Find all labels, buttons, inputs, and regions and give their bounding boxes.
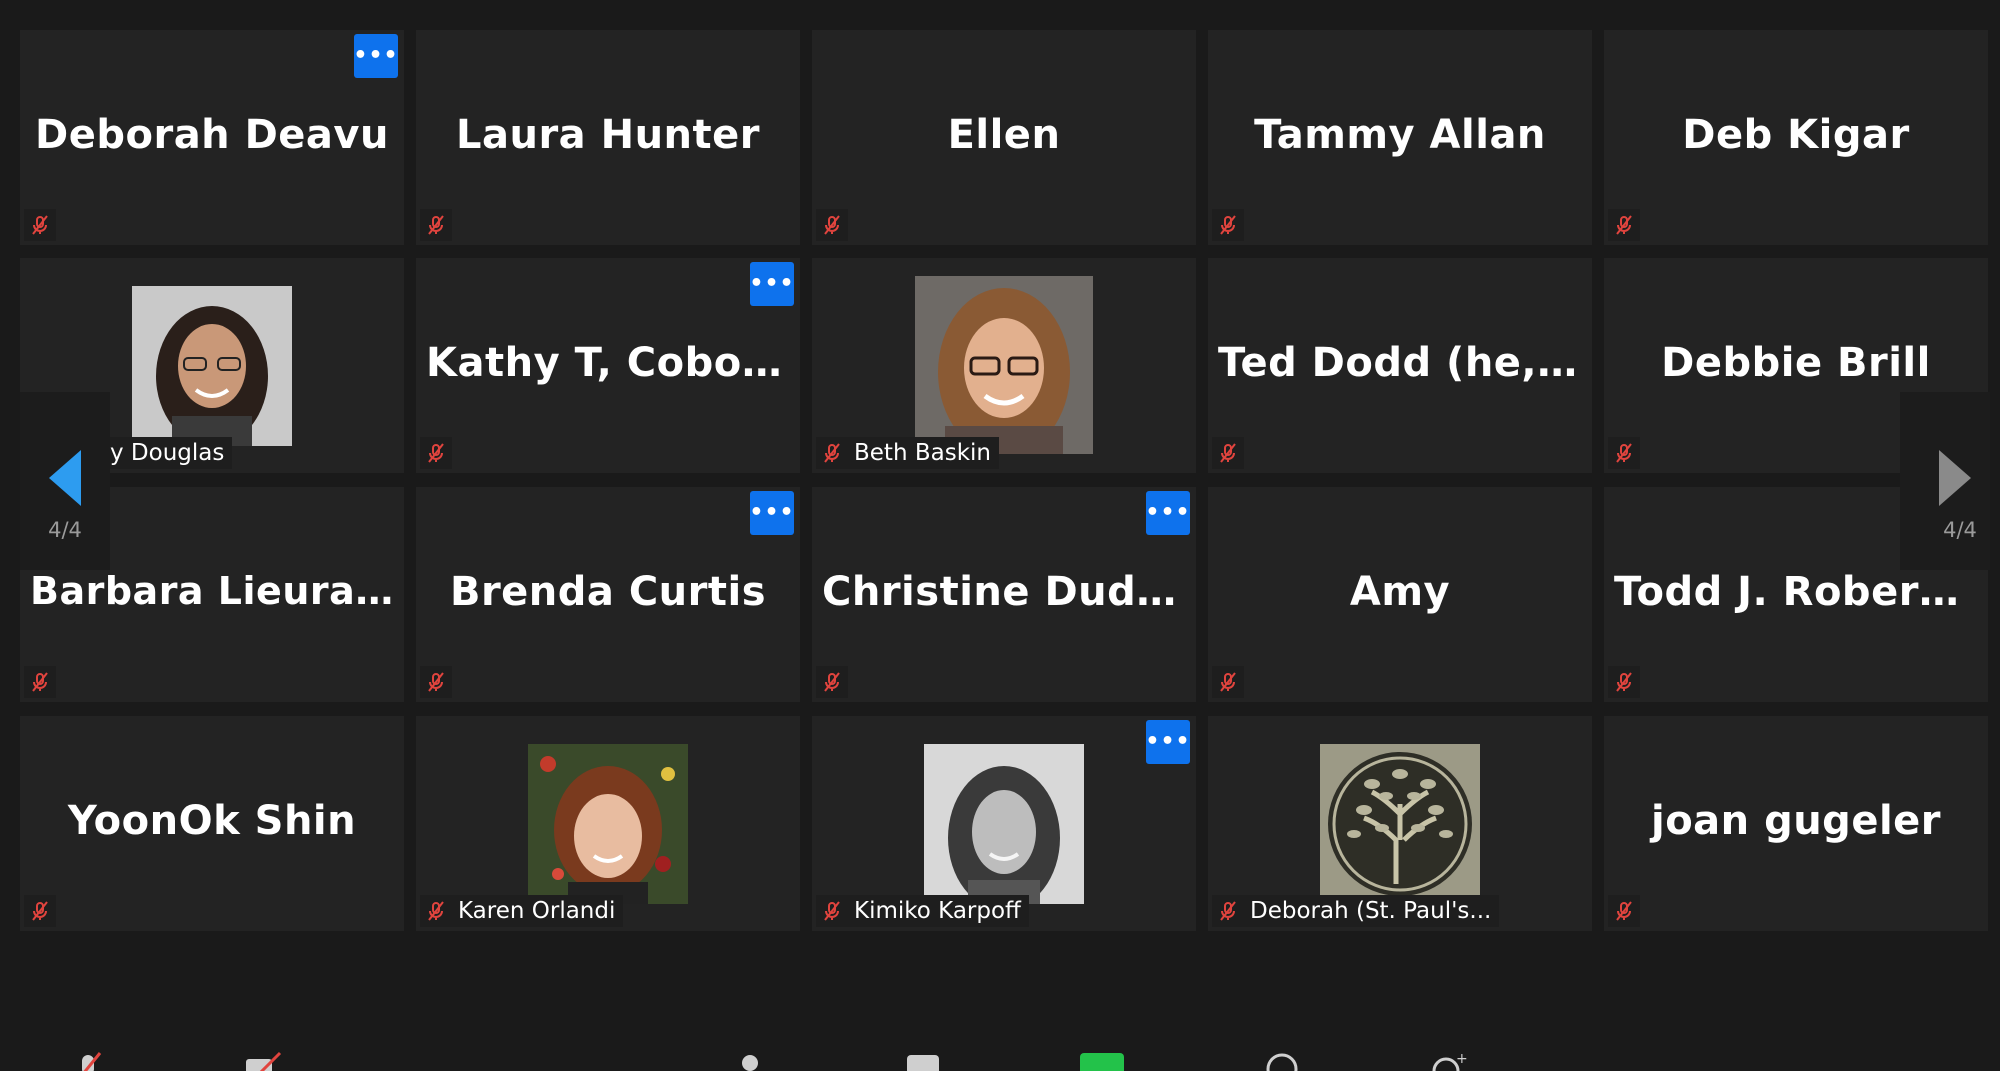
- gallery-view: Deborah Deavu ••• Laura Hunter Ellen Tam…: [0, 0, 2000, 1071]
- mic-muted-icon: [816, 666, 848, 698]
- participant-photo: [132, 286, 292, 446]
- participant-name: YoonOk Shin: [67, 798, 357, 844]
- participant-tile[interactable]: joan gugeler: [1604, 716, 1988, 931]
- mic-muted-icon: [420, 437, 452, 469]
- participant-name: Deborah Deavu: [35, 112, 389, 158]
- participant-tile[interactable]: Brenda Curtis •••: [416, 487, 800, 702]
- page-indicator: 4/4: [1943, 518, 1977, 542]
- mic-muted-icon: [420, 209, 452, 241]
- participant-tile[interactable]: Christine Dudley •••: [812, 487, 1196, 702]
- participant-photo: [528, 744, 688, 904]
- mic-muted-icon: [1212, 666, 1244, 698]
- more-options-icon: •••: [749, 271, 795, 296]
- mic-muted-icon: [816, 437, 848, 469]
- more-options-icon: •••: [1145, 500, 1191, 525]
- participant-tile[interactable]: YoonOk Shin: [20, 716, 404, 931]
- mic-muted-icon: [24, 666, 56, 698]
- mic-muted-icon: [1212, 209, 1244, 241]
- participant-tile[interactable]: Deb Kigar: [1604, 30, 1988, 245]
- participant-tile[interactable]: Amy: [1208, 487, 1592, 702]
- participant-name: Christine Dudley: [822, 569, 1196, 615]
- participant-name: Ellen: [947, 112, 1061, 158]
- mic-muted-icon: [1608, 209, 1640, 241]
- participant-name: Kathy T, Cobour...: [426, 340, 800, 386]
- reactions-icon[interactable]: +: [1428, 1051, 1468, 1071]
- next-page-button[interactable]: 4/4: [1900, 392, 1990, 570]
- participant-name-tag: Deborah (St. Paul's...: [1212, 895, 1500, 927]
- mic-muted-icon[interactable]: [70, 1051, 106, 1071]
- participant-name: Debbie Brill: [1661, 340, 1931, 386]
- participant-name-tag: Kimiko Karpoff: [816, 895, 1029, 927]
- page-indicator: 4/4: [48, 518, 82, 542]
- participant-photo: [915, 276, 1093, 454]
- participant-name: Brenda Curtis: [449, 569, 767, 615]
- participant-name: Amy: [1349, 569, 1451, 615]
- participant-name: y Douglas: [110, 440, 225, 466]
- participant-name-tag: Karen Orlandi: [420, 895, 624, 927]
- mic-muted-icon: [816, 209, 848, 241]
- participant-name: Ted Dodd (he, h...: [1218, 340, 1592, 386]
- more-options-button[interactable]: •••: [749, 262, 795, 306]
- participant-photo: [924, 744, 1084, 904]
- more-options-icon: •••: [353, 43, 399, 68]
- video-off-icon[interactable]: [244, 1051, 284, 1071]
- participant-name: Deb Kigar: [1682, 112, 1910, 158]
- mic-muted-icon: [420, 666, 452, 698]
- mic-muted-icon: [816, 895, 848, 927]
- prev-page-button[interactable]: 4/4: [20, 392, 110, 570]
- participant-tile[interactable]: Deborah (St. Paul's...: [1208, 716, 1592, 931]
- participant-tile[interactable]: Laura Hunter: [416, 30, 800, 245]
- security-icon[interactable]: [735, 1051, 765, 1071]
- more-options-button[interactable]: •••: [749, 491, 795, 535]
- participant-name: Deborah (St. Paul's...: [1250, 898, 1492, 924]
- mic-muted-icon: [24, 209, 56, 241]
- svg-text:+: +: [1456, 1051, 1468, 1067]
- mic-muted-icon: [1608, 666, 1640, 698]
- participant-name: Laura Hunter: [455, 112, 760, 158]
- participant-name: Todd J. Roberts...: [1614, 569, 1988, 615]
- more-options-icon: •••: [1145, 729, 1191, 754]
- participant-tile[interactable]: ••• Kimiko Karpoff: [812, 716, 1196, 931]
- participant-name: joan gugeler: [1650, 798, 1942, 844]
- chevron-right-icon: [1939, 450, 1971, 506]
- record-icon[interactable]: [1262, 1051, 1302, 1071]
- participant-tile[interactable]: Deborah Deavu •••: [20, 30, 404, 245]
- participant-tile[interactable]: Karen Orlandi: [416, 716, 800, 931]
- mic-muted-icon: [1212, 895, 1244, 927]
- participants-icon[interactable]: [903, 1051, 943, 1071]
- participant-name: Beth Baskin: [854, 440, 991, 466]
- participant-name: Kimiko Karpoff: [854, 898, 1021, 924]
- mic-muted-icon: [1608, 895, 1640, 927]
- participant-tile[interactable]: Beth Baskin: [812, 258, 1196, 473]
- share-screen-icon[interactable]: [1078, 1051, 1126, 1071]
- participant-tile[interactable]: Ellen: [812, 30, 1196, 245]
- participant-tile[interactable]: Kathy T, Cobour... •••: [416, 258, 800, 473]
- chevron-left-icon: [49, 450, 81, 506]
- more-options-button[interactable]: •••: [353, 34, 399, 78]
- mic-muted-icon: [420, 895, 452, 927]
- participant-tile[interactable]: Ted Dodd (he, h...: [1208, 258, 1592, 473]
- mic-muted-icon: [1212, 437, 1244, 469]
- more-options-button[interactable]: •••: [1145, 720, 1191, 764]
- mic-muted-icon: [1608, 437, 1640, 469]
- participant-name-tag: Beth Baskin: [816, 437, 999, 469]
- more-options-button[interactable]: •••: [1145, 491, 1191, 535]
- participant-name: Barbara Lieurance: [30, 569, 404, 613]
- participant-name: Karen Orlandi: [458, 898, 616, 924]
- participant-name: Tammy Allan: [1254, 112, 1546, 158]
- meeting-toolbar: +: [0, 1051, 2000, 1071]
- tree-of-life-image: [1320, 744, 1480, 904]
- participant-tile[interactable]: Tammy Allan: [1208, 30, 1592, 245]
- more-options-icon: •••: [749, 500, 795, 525]
- mic-muted-icon: [24, 895, 56, 927]
